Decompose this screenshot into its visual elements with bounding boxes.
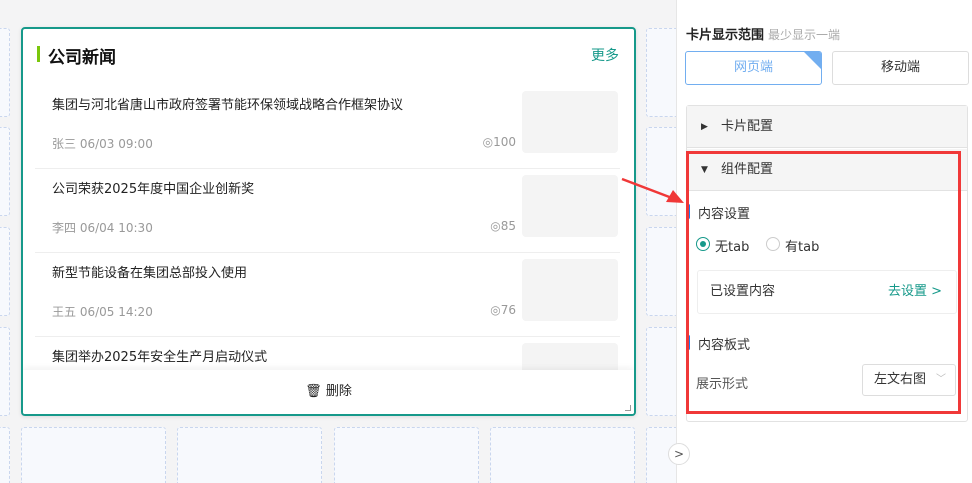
more-link[interactable]: 更多	[591, 45, 619, 65]
grid-placeholder	[0, 127, 10, 216]
news-meta: 李四 06/04 10:30	[52, 221, 153, 235]
news-item[interactable]: 公司荣获2025年度中国企业创新奖 李四 06/04 10:30 ◎85	[35, 169, 620, 253]
news-thumbnail	[522, 259, 618, 321]
news-item[interactable]: 集团与河北省唐山市政府签署节能环保领域战略合作框架协议 张三 06/03 09:…	[35, 85, 620, 169]
trash-icon: 🗑	[305, 384, 322, 399]
views: ◎100	[482, 135, 516, 149]
grid-placeholder	[646, 327, 676, 416]
grid-placeholder	[177, 427, 322, 483]
layout-canvas: 公司新闻 更多 集团与河北省唐山市政府签署节能环保领域战略合作框架协议 张三 0…	[0, 0, 676, 483]
eye-icon: ◎	[482, 135, 494, 149]
eye-icon: ◎	[490, 219, 501, 233]
news-title: 集团与河北省唐山市政府签署节能环保领域战略合作框架协议	[52, 98, 404, 113]
card-config-header[interactable]: ▶ 卡片配置	[687, 106, 967, 148]
grid-placeholder	[0, 28, 10, 117]
news-thumbnail	[522, 91, 618, 153]
views: ◎76	[490, 303, 516, 317]
card-title: 公司新闻	[37, 43, 116, 68]
display-range-title: 卡片显示范围 最少显示一端	[686, 28, 841, 43]
grid-placeholder	[646, 227, 676, 316]
news-title: 公司荣获2025年度中国企业创新奖	[52, 182, 255, 197]
highlight-box	[686, 151, 961, 414]
news-title: 集团举办2025年安全生产月启动仪式	[52, 350, 268, 365]
arrow-annotation-icon	[621, 177, 684, 203]
delete-button[interactable]: 🗑 删除	[23, 370, 634, 414]
grid-placeholder	[21, 427, 166, 483]
collapse-panel-button[interactable]: >	[668, 443, 690, 465]
grid-placeholder	[0, 227, 10, 316]
chevron-right-icon: >	[673, 447, 685, 461]
grid-placeholder	[490, 427, 635, 483]
views: ◎85	[490, 219, 516, 233]
caret-right-icon: ▶	[701, 122, 708, 132]
news-thumbnail	[522, 175, 618, 237]
eye-icon: ◎	[490, 303, 501, 317]
news-item[interactable]: 新型节能设备在集团总部投入使用 王五 06/05 14:20 ◎76	[35, 253, 620, 337]
grid-placeholder	[0, 427, 10, 483]
news-meta: 王五 06/05 14:20	[52, 305, 153, 319]
web-option[interactable]: 网页端	[685, 51, 822, 85]
grid-placeholder	[334, 427, 479, 483]
news-title: 新型节能设备在集团总部投入使用	[52, 266, 248, 281]
resize-handle[interactable]	[625, 405, 631, 411]
grid-placeholder	[0, 327, 10, 416]
grid-placeholder	[646, 28, 676, 117]
news-meta: 张三 06/03 09:00	[52, 137, 153, 151]
mobile-option[interactable]: 移动端	[832, 51, 969, 85]
news-card[interactable]: 公司新闻 更多 集团与河北省唐山市政府签署节能环保领域战略合作框架协议 张三 0…	[21, 27, 636, 416]
